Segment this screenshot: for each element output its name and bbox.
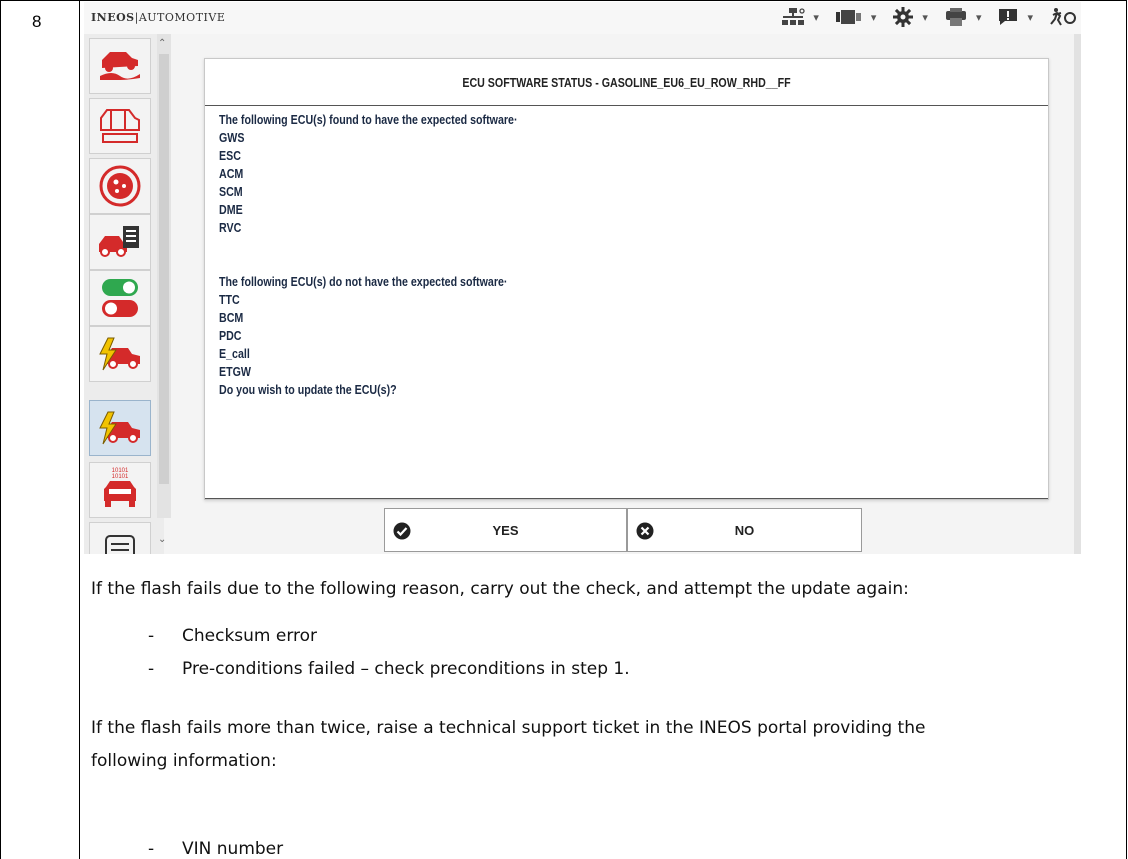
sidebar-item-vehicle-flash[interactable] <box>89 400 151 456</box>
app-brand: INEOS|AUTOMOTIVE <box>91 11 226 24</box>
no-label: NO <box>734 523 755 538</box>
dialog-message: The following ECU(s) found to have the e… <box>219 111 518 399</box>
list-item: VIN number <box>182 839 284 859</box>
list-bullet: - <box>148 626 155 646</box>
sidebar-item-document[interactable] <box>89 522 151 554</box>
found-heading: The following ECU(s) found to have the e… <box>219 112 518 127</box>
diagnostic-app-screenshot: INEOS|AUTOMOTIVE ▾ ▾ ▾ ▾ ▾ 10101 10101 ⌃… <box>84 2 1081 554</box>
instruction-paragraph-2-cont: following information: <box>91 751 277 771</box>
chevron-down-icon: ▾ <box>975 11 982 24</box>
toggle-switches-icon <box>102 279 138 317</box>
list-item: Pre-conditions failed – check preconditi… <box>182 659 630 679</box>
network-menu[interactable]: ▾ <box>781 7 819 27</box>
print-menu[interactable]: ▾ <box>944 7 982 27</box>
found-ecu: SCM <box>219 184 243 199</box>
connector-menu[interactable]: ▾ <box>835 7 877 27</box>
ecu-status-dialog: ECU SOFTWARE STATUS - GASOLINE_EU6_EU_RO… <box>204 58 1049 500</box>
vehicle-checklist-icon <box>99 226 139 257</box>
network-icon <box>782 8 805 25</box>
update-question: Do you wish to update the ECU(s)? <box>219 382 397 397</box>
missing-ecu: PDC <box>219 328 242 343</box>
sidebar-item-vehicle-checklist[interactable] <box>89 214 151 270</box>
list-bullet: - <box>148 659 155 679</box>
sidebar-scrollbar-thumb[interactable] <box>159 54 169 484</box>
brand-bold: INEOS <box>91 11 135 24</box>
dialog-title: ECU SOFTWARE STATUS - GASOLINE_EU6_EU_RO… <box>462 75 791 90</box>
instruction-paragraph-2: If the flash fails more than twice, rais… <box>91 718 926 738</box>
instruction-paragraph-1: If the flash fails due to the following … <box>91 579 909 599</box>
alert-icon <box>999 9 1018 25</box>
yes-label: YES <box>492 523 519 538</box>
chevron-down-icon: ▾ <box>1027 11 1033 24</box>
scroll-down-icon[interactable]: ⌄ <box>158 534 166 545</box>
missing-ecu: BCM <box>219 310 244 325</box>
found-ecu: ACM <box>219 166 244 181</box>
list-bullet: - <box>148 839 155 859</box>
found-ecu: RVC <box>219 220 242 235</box>
off-road-vehicle-icon <box>100 52 140 80</box>
right-scrollbar[interactable] <box>1074 34 1081 554</box>
chevron-down-icon: ▾ <box>813 11 819 24</box>
step-number: 8 <box>32 12 42 31</box>
chevron-down-icon: ▾ <box>922 11 928 24</box>
chevron-down-icon: ▾ <box>870 11 877 24</box>
svg-text:10101: 10101 <box>112 474 129 480</box>
column-divider <box>79 0 80 859</box>
vehicle-electric-icon <box>99 337 140 371</box>
gear-icon <box>893 7 914 27</box>
found-ecu: DME <box>219 202 243 217</box>
vehicle-flash-icon <box>99 411 140 445</box>
brand-rest: AUTOMOTIVE <box>138 11 226 24</box>
settings-menu[interactable]: ▾ <box>892 6 928 28</box>
sidebar-item-diagnostics-globe[interactable] <box>89 158 151 214</box>
sidebar-item-toggles[interactable] <box>89 270 151 326</box>
found-ecu: GWS <box>219 130 245 145</box>
alert-menu[interactable]: ▾ <box>997 7 1033 27</box>
vehicle-diagram-icon <box>100 109 140 143</box>
diagnostic-globe-icon <box>99 165 141 207</box>
sidebar-item-binary-vehicle[interactable]: 10101 10101 <box>89 462 151 518</box>
document-icon <box>105 535 135 554</box>
connector-icon <box>835 10 861 24</box>
printer-icon <box>945 8 966 26</box>
exit-button[interactable] <box>1049 7 1077 27</box>
sidebar-item-vehicle-diagram[interactable] <box>89 98 151 154</box>
missing-heading: The following ECU(s) do not have the exp… <box>219 274 508 289</box>
missing-ecu: ETGW <box>219 364 251 379</box>
list-item: Checksum error <box>182 626 318 646</box>
exit-icon <box>1050 8 1076 26</box>
toolbar: ▾ ▾ ▾ ▾ ▾ <box>765 6 1077 28</box>
missing-ecu: TTC <box>219 292 240 307</box>
top-bar: INEOS|AUTOMOTIVE ▾ ▾ ▾ ▾ ▾ <box>84 2 1081 34</box>
sidebar-item-vehicle-electric[interactable] <box>89 326 151 382</box>
table-right-border <box>1126 0 1127 859</box>
binary-vehicle-icon: 1010110101 <box>104 468 136 507</box>
sidebar-item-off-road[interactable] <box>89 38 151 94</box>
no-button[interactable]: NO <box>627 508 862 552</box>
missing-ecu: E_call <box>219 346 250 361</box>
yes-button[interactable]: YES <box>384 508 627 552</box>
scroll-up-icon[interactable]: ⌃ <box>158 38 166 49</box>
found-ecu: ESC <box>219 148 241 163</box>
